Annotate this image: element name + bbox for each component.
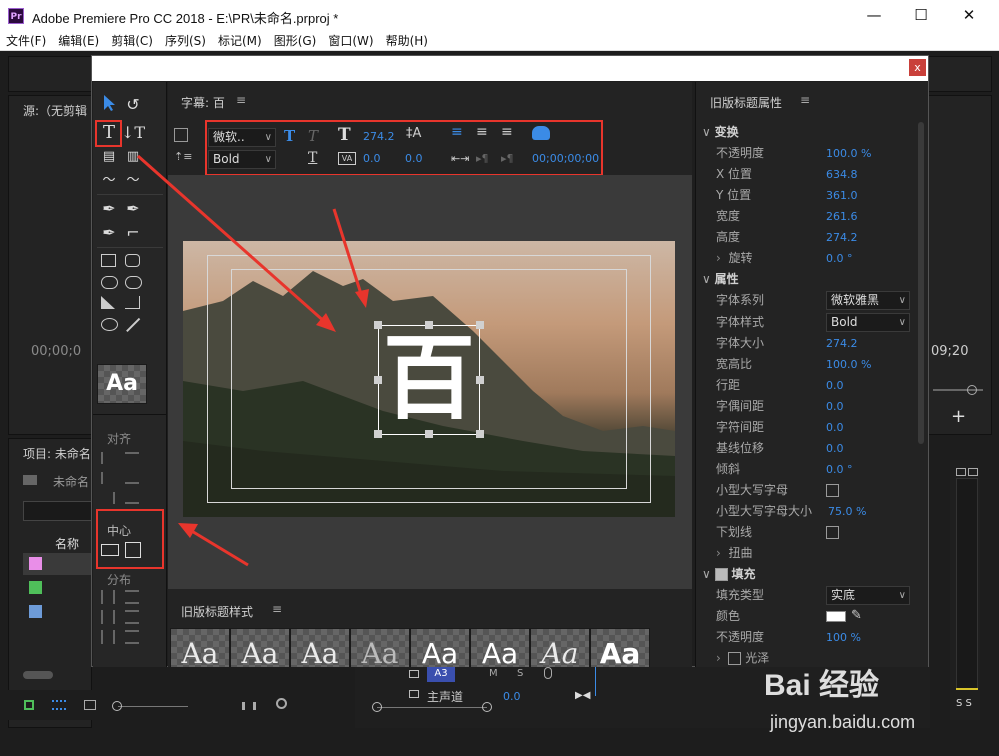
baidu-watermark-url: jingyan.baidu.com	[770, 712, 916, 732]
baidu-watermark-logo: Bai 经验	[764, 669, 880, 702]
arrow-down	[332, 208, 364, 298]
arrow-to-center	[189, 528, 249, 567]
arrow-head-3	[178, 523, 198, 538]
arrow-to-text	[137, 154, 327, 325]
arrow-head-2	[355, 289, 369, 308]
annotation-arrows	[137, 154, 369, 567]
